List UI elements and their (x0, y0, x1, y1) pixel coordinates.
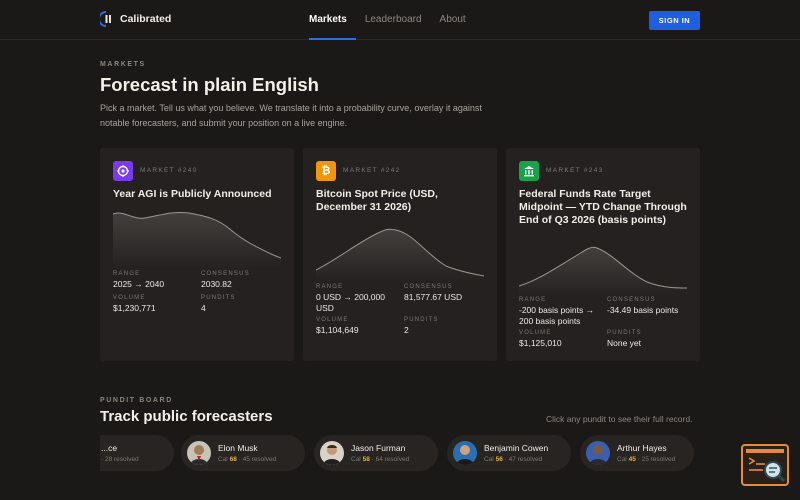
volume-label: VOLUME (113, 295, 146, 301)
pundits-value: None yet (607, 338, 642, 348)
section-eyebrow-markets: MARKETS (100, 61, 146, 68)
market-card-243[interactable]: MARKET #243 Federal Funds Rate Target Mi… (506, 148, 700, 361)
market-title: Federal Funds Rate Target Midpoint — YTD… (519, 188, 687, 226)
pundit-name: Benjamin Cowen (484, 443, 549, 453)
pundit-chip-arthur-hayes[interactable]: Arthur Hayes Cal 45 · 25 resolved (580, 435, 694, 471)
range-value: -200 basis points → 200 basis points (519, 305, 595, 326)
pundit-board-title: Track public forecasters (100, 408, 273, 425)
range-label: RANGE (113, 271, 141, 277)
pundits-label: PUNDITS (404, 317, 439, 323)
pundits-value: 2 (404, 325, 409, 335)
page-title: Forecast in plain English (100, 74, 319, 95)
pundit-chip-elon-musk[interactable]: Elon Musk Cal 68 · 45 resolved (181, 435, 305, 471)
pundits-value: 4 (201, 303, 206, 313)
probability-curve (519, 246, 687, 296)
calibrated-logo-icon (98, 10, 114, 28)
consensus-label: CONSENSUS (607, 297, 656, 303)
consensus-value: 81,577.67 USD (404, 292, 463, 302)
pundit-chip-benjamin-cowen[interactable]: Benjamin Cowen Cal 56 · 47 resolved (447, 435, 571, 471)
nav-leaderboard[interactable]: Leaderboard (356, 0, 431, 40)
pundit-name: Jason Furman (351, 443, 406, 453)
market-card-240[interactable]: MARKET #240 Year AGI is Publicly Announc… (100, 148, 294, 361)
pundit-chip[interactable]: ...ce · 28 resolved (100, 435, 174, 471)
avatar (187, 441, 211, 465)
main-nav: Markets Leaderboard About (300, 0, 475, 40)
market-card-242[interactable]: ₿ MARKET #242 Bitcoin Spot Price (USD, D… (303, 148, 497, 361)
pundit-meta: Cal 68 · 45 resolved (218, 456, 277, 463)
pundit-chip-jason-furman[interactable]: Jason Furman Cal 58 · 64 resolved (314, 435, 438, 471)
section-eyebrow-pundits: PUNDIT BOARD (100, 397, 173, 404)
pundit-name: Arthur Hayes (617, 443, 667, 453)
sign-in-button[interactable]: SIGN IN (649, 11, 700, 30)
pundit-meta: Cal 45 · 25 resolved (617, 456, 676, 463)
range-value: 2025 → 2040 (113, 279, 165, 289)
nav-markets[interactable]: Markets (300, 0, 356, 40)
consensus-label: CONSENSUS (201, 271, 250, 277)
range-value: 0 USD → 200,000 USD (316, 292, 385, 313)
terminal-search-icon (746, 449, 786, 483)
market-id: MARKET #240 (140, 167, 198, 174)
target-icon (113, 161, 133, 181)
avatar (320, 441, 344, 465)
market-id: MARKET #242 (343, 167, 401, 174)
calibration-score: 58 (362, 456, 370, 463)
volume-label: VOLUME (316, 317, 349, 323)
brand-name: Calibrated (120, 13, 172, 25)
calibration-score: 68 (229, 456, 237, 463)
range-label: RANGE (519, 297, 547, 303)
nav-about[interactable]: About (431, 0, 475, 40)
pundits-label: PUNDITS (607, 330, 642, 336)
consensus-value: -34.49 basis points (607, 305, 679, 315)
volume-value: $1,230,771 (113, 303, 156, 313)
page-description: Pick a market. Tell us what you believe.… (100, 103, 482, 128)
pundit-name: Elon Musk (218, 443, 258, 453)
market-title: Bitcoin Spot Price (USD, December 31 202… (316, 188, 438, 213)
brand-logo[interactable]: Calibrated (98, 10, 172, 28)
calibration-score: 45 (628, 456, 636, 463)
avatar (586, 441, 610, 465)
market-id: MARKET #243 (546, 167, 604, 174)
consensus-label: CONSENSUS (404, 284, 453, 290)
volume-label: VOLUME (519, 330, 552, 336)
market-title: Year AGI is Publicly Announced (113, 188, 272, 200)
pundits-label: PUNDITS (201, 295, 236, 301)
probability-curve (316, 228, 484, 282)
volume-value: $1,125,010 (519, 338, 562, 348)
pundit-meta: · 28 resolved (101, 456, 139, 463)
consensus-value: 2030.82 (201, 279, 232, 289)
pundit-meta: Cal 58 · 64 resolved (351, 456, 410, 463)
bitcoin-icon: ₿ (316, 161, 336, 181)
pundit-board-hint: Click any pundit to see their full recor… (546, 414, 693, 424)
avatar (453, 441, 477, 465)
chat-widget-button[interactable] (741, 444, 789, 486)
calibration-score: 56 (495, 456, 503, 463)
bank-icon (519, 161, 539, 181)
range-label: RANGE (316, 284, 344, 290)
probability-curve (113, 212, 281, 268)
volume-value: $1,104,649 (316, 325, 359, 335)
top-nav-bar: Calibrated Markets Leaderboard About SIG… (0, 0, 800, 40)
pundit-meta: Cal 56 · 47 resolved (484, 456, 543, 463)
pundit-name: ...ce (101, 443, 118, 453)
pundit-carousel[interactable]: ...ce · 28 resolved Elon Musk Cal 68 · 4… (100, 435, 700, 471)
